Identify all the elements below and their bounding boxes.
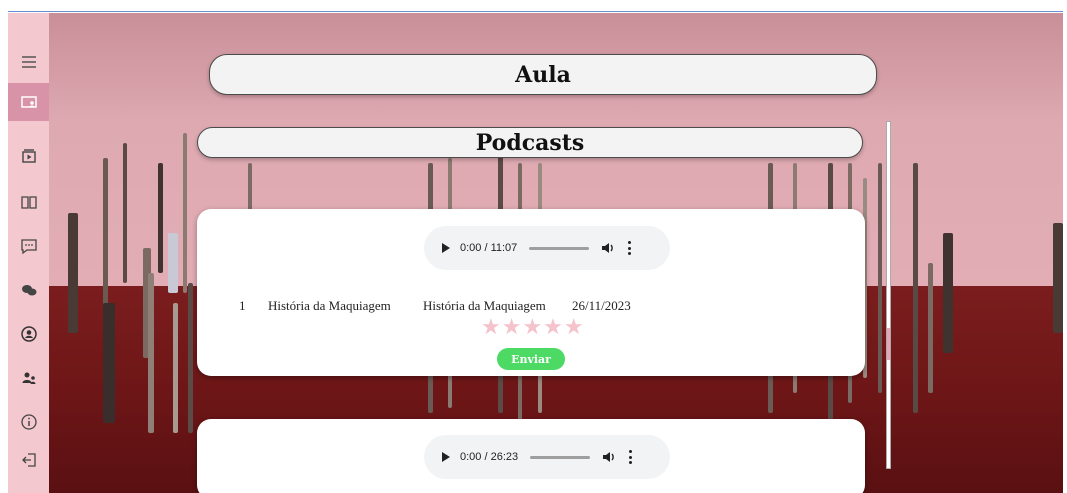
sidebar-item-aula[interactable]	[8, 83, 49, 121]
sidebar-item-library[interactable]	[8, 183, 49, 221]
chat-icon	[20, 239, 37, 255]
makeup-brush	[878, 163, 882, 393]
podcast-card: 0:00 / 11:07 1 História da Maquiagem His…	[197, 209, 865, 376]
audio-time: 0:00 / 11:07	[460, 242, 518, 254]
sidebar-item-podcasts[interactable]	[8, 137, 49, 175]
window-top-border	[0, 0, 1067, 12]
makeup-brush	[943, 233, 953, 353]
makeup-brush	[928, 263, 933, 393]
volume-icon[interactable]	[601, 241, 617, 255]
sidebar-item-users[interactable]	[8, 359, 49, 397]
makeup-brush	[168, 233, 178, 293]
podcast-title: História da Maquiagem	[268, 298, 391, 313]
makeup-brush	[183, 133, 187, 293]
makeup-brush	[103, 303, 115, 423]
podcast-card: 0:00 / 26:23	[197, 419, 865, 493]
sidebar	[8, 13, 49, 493]
podcast-play-icon	[21, 149, 36, 163]
audio-player[interactable]: 0:00 / 11:07	[424, 226, 670, 270]
makeup-brush	[123, 143, 127, 283]
makeup-brush	[1053, 223, 1063, 333]
star-rating[interactable]: ★★★★★	[481, 315, 585, 340]
podcast-number: 1	[239, 298, 246, 313]
makeup-brush	[913, 163, 918, 413]
menu-icon	[21, 56, 36, 68]
submit-rating-button[interactable]: Enviar	[497, 348, 565, 370]
play-icon[interactable]	[442, 243, 450, 253]
profile-icon	[20, 326, 37, 342]
sidebar-item-community[interactable]	[8, 271, 49, 309]
sidebar-item-profile[interactable]	[8, 315, 49, 353]
volume-icon[interactable]	[602, 450, 618, 464]
makeup-brush	[173, 303, 178, 433]
book-icon	[20, 196, 37, 209]
sidebar-item-chat[interactable]	[8, 227, 49, 265]
makeup-brush	[148, 273, 154, 433]
scrollbar[interactable]	[886, 121, 891, 469]
audio-progress-slider[interactable]	[529, 246, 590, 250]
info-icon	[20, 414, 37, 430]
audio-time: 0:00 / 26:23	[460, 451, 519, 463]
podcast-description: História da Maquiagem	[423, 298, 546, 313]
class-screen-icon	[20, 96, 37, 108]
section-title-podcasts: Podcasts	[197, 127, 863, 158]
audio-progress-slider[interactable]	[530, 455, 591, 459]
makeup-brush	[103, 158, 108, 308]
menu-button[interactable]	[8, 43, 49, 81]
more-options-icon[interactable]	[627, 241, 631, 255]
more-options-icon[interactable]	[628, 450, 632, 464]
community-icon	[21, 285, 36, 296]
page-title: Aula	[209, 54, 877, 95]
makeup-brush	[158, 163, 163, 273]
makeup-brush	[188, 283, 193, 433]
scrollbar-thumb[interactable]	[887, 328, 890, 360]
users-icon	[22, 372, 35, 384]
sidebar-item-info[interactable]	[8, 403, 49, 441]
logout-icon	[21, 453, 36, 467]
audio-player[interactable]: 0:00 / 26:23	[424, 435, 670, 479]
podcast-date: 26/11/2023	[572, 298, 631, 313]
makeup-brush	[68, 213, 78, 333]
sidebar-item-logout[interactable]	[8, 441, 49, 479]
play-icon[interactable]	[442, 452, 450, 462]
